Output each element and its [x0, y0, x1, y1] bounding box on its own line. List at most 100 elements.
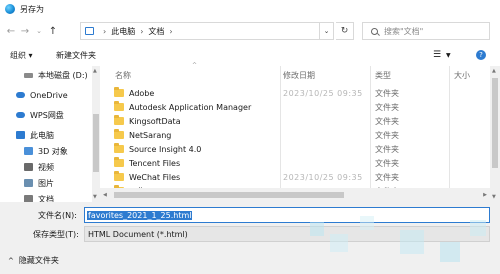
edge-app-icon: [5, 4, 15, 14]
cloud-icon: [16, 112, 25, 118]
breadcrumb-separator-icon[interactable]: ›: [140, 27, 143, 36]
folder-icon: [114, 115, 124, 125]
file-name: Tencent Files: [129, 158, 181, 168]
pc-icon: [85, 27, 94, 35]
file-list: Adobe 2023/10/25 09:35 文件夹 Autodesk Appl…: [100, 86, 490, 188]
nav-item-label: 文档: [38, 194, 54, 203]
column-size[interactable]: 大小: [454, 70, 470, 81]
nav-item-3d-objects[interactable]: 3D 对象: [24, 144, 100, 158]
search-placeholder: 搜索"文档": [384, 26, 424, 36]
folder-icon: [114, 129, 124, 139]
nav-item-label: 本地磁盘 (D:): [38, 70, 88, 80]
breadcrumb-separator-icon[interactable]: ›: [103, 27, 106, 36]
navigation-pane-scrollbar[interactable]: ▲ ▼: [92, 66, 100, 202]
scrollbar-thumb[interactable]: [93, 114, 99, 172]
back-arrow-icon[interactable]: ←: [4, 26, 18, 37]
filetype-label: 保存类型(T):: [33, 230, 79, 239]
view-options-icon[interactable]: ☰: [433, 50, 441, 60]
file-type: 文件夹: [375, 158, 399, 168]
nav-item-label: 此电脑: [30, 130, 54, 140]
window-title: 另存为: [20, 4, 44, 14]
nav-item-label: WPS网盘: [30, 110, 64, 120]
refresh-icon[interactable]: ↻: [336, 22, 354, 40]
new-folder-button[interactable]: 新建文件夹: [56, 50, 96, 61]
file-name: Source Insight 4.0: [129, 144, 202, 154]
nav-item-label: 3D 对象: [38, 146, 68, 156]
folder-icon: [114, 157, 124, 167]
file-type: 文件夹: [375, 130, 399, 140]
file-name: NetSarang: [129, 130, 172, 140]
address-dropdown-icon[interactable]: ⌄: [320, 22, 334, 40]
nav-item-onedrive[interactable]: OneDrive: [16, 88, 100, 102]
list-item[interactable]: Source Insight 4.0 文件夹: [100, 142, 490, 156]
computer-icon: [16, 131, 25, 139]
column-header: ^ 名称 修改日期 类型 大小: [100, 62, 490, 84]
scrollbar-thumb[interactable]: [114, 192, 344, 198]
hide-folders-toggle[interactable]: ^ 隐藏文件夹: [8, 255, 59, 266]
scroll-up-icon[interactable]: ▲: [93, 68, 97, 74]
list-item[interactable]: WeChat Files 2023/10/25 09:35 文件夹: [100, 170, 490, 184]
file-date: 2023/10/25 09:35: [283, 88, 363, 98]
nav-item-documents[interactable]: 文档: [24, 192, 100, 202]
column-name[interactable]: 名称: [115, 70, 131, 81]
search-box[interactable]: 搜索"文档": [362, 22, 490, 40]
address-bar[interactable]: › 此电脑 › 文档 ›: [80, 22, 320, 40]
breadcrumb-separator-icon[interactable]: ›: [169, 27, 172, 36]
scroll-up-icon[interactable]: ▲: [492, 68, 496, 74]
up-arrow-icon[interactable]: ↑: [46, 26, 60, 37]
file-type: 文件夹: [375, 144, 399, 154]
cloud-icon: [16, 92, 25, 98]
decorative-watermark: [310, 216, 486, 262]
nav-item-videos[interactable]: 视频: [24, 160, 100, 174]
scrollbar-thumb[interactable]: [492, 78, 498, 168]
folder-icon: [114, 143, 124, 153]
column-date-modified[interactable]: 修改日期: [283, 70, 315, 81]
recent-locations-chevron-icon[interactable]: ⌄: [32, 27, 46, 35]
sort-indicator-icon: ^: [192, 62, 198, 69]
file-type: 文件夹: [375, 102, 399, 112]
file-type: 文件夹: [375, 172, 399, 182]
forward-arrow-icon[interactable]: →: [18, 26, 32, 37]
document-icon: [24, 195, 33, 202]
folder-icon: [114, 87, 124, 97]
breadcrumb-this-pc[interactable]: 此电脑: [111, 26, 135, 37]
filename-value: favorites_2021_1_25.html: [87, 210, 193, 220]
list-item[interactable]: KingsoftData 文件夹: [100, 114, 490, 128]
command-toolbar: 组织 ▾ 新建文件夹 ☰ ▼ ?: [0, 46, 500, 64]
scroll-down-icon[interactable]: ▼: [492, 194, 496, 200]
folder-icon: [114, 101, 124, 111]
file-type: 文件夹: [375, 116, 399, 126]
scroll-down-icon[interactable]: ▼: [93, 194, 97, 200]
nav-item-local-disk-d[interactable]: 本地磁盘 (D:): [24, 68, 100, 82]
list-item[interactable]: Autodesk Application Manager 文件夹: [100, 100, 490, 114]
title-bar: 另存为: [0, 0, 500, 18]
video-icon: [24, 163, 33, 171]
horizontal-scrollbar[interactable]: ◀ ▶: [100, 188, 490, 202]
chevron-up-icon: ^: [8, 256, 14, 265]
column-type[interactable]: 类型: [375, 70, 391, 81]
address-row: ← → ⌄ ↑ › 此电脑 › 文档 › ⌄ ↻ 搜索"文档": [0, 20, 500, 42]
list-item[interactable]: Tencent Files 文件夹: [100, 156, 490, 170]
scroll-left-icon[interactable]: ◀: [103, 192, 107, 198]
view-dropdown-icon[interactable]: ▼: [446, 52, 451, 59]
file-name: KingsoftData: [129, 116, 181, 126]
list-item[interactable]: NetSarang 文件夹: [100, 128, 490, 142]
filename-label: 文件名(N):: [38, 211, 77, 220]
file-list-scrollbar[interactable]: ▲ ▼: [490, 66, 500, 202]
list-item[interactable]: Adobe 2023/10/25 09:35 文件夹: [100, 86, 490, 100]
drive-icon: [24, 72, 33, 78]
file-name: Autodesk Application Manager: [129, 102, 252, 112]
nav-item-this-pc[interactable]: 此电脑: [16, 128, 100, 142]
help-icon[interactable]: ?: [476, 50, 486, 60]
organize-button[interactable]: 组织 ▾: [10, 50, 33, 61]
nav-item-wps-cloud[interactable]: WPS网盘: [16, 108, 100, 122]
nav-item-label: 视频: [38, 162, 54, 172]
breadcrumb-documents[interactable]: 文档: [148, 26, 164, 37]
file-name: WeChat Files: [129, 172, 181, 182]
scroll-right-icon[interactable]: ▶: [483, 192, 487, 198]
navigation-pane: 本地磁盘 (D:) OneDrive WPS网盘 此电脑 3D 对象 视频 图片…: [0, 66, 100, 202]
hide-folders-label: 隐藏文件夹: [18, 256, 59, 265]
filetype-value: HTML Document (*.html): [88, 229, 188, 239]
nav-item-pictures[interactable]: 图片: [24, 176, 100, 190]
file-type: 文件夹: [375, 88, 399, 98]
